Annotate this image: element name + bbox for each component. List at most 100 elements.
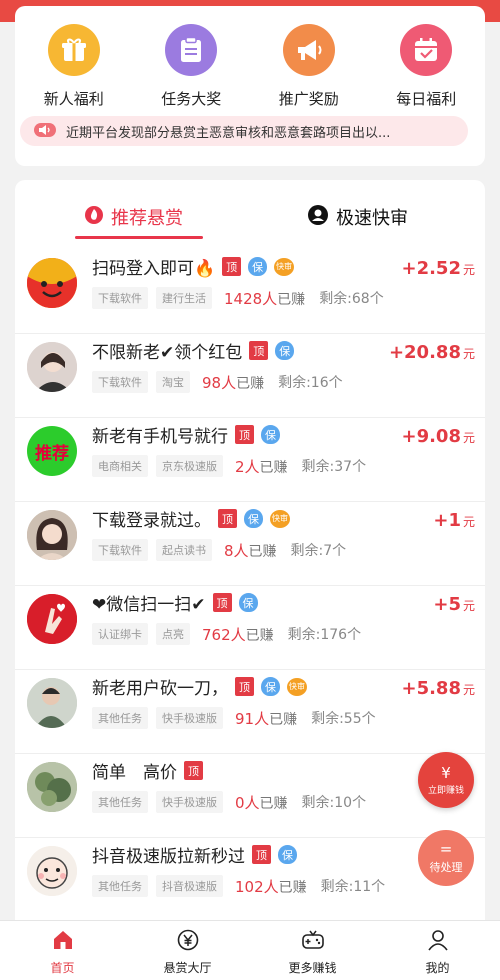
task-title: 扫码登入即可🔥 — [92, 259, 216, 279]
person-photo-avatar — [27, 678, 77, 728]
nav-mine[interactable]: 我的 — [375, 921, 500, 980]
top-badge: 顶 — [235, 425, 254, 444]
red-envelope-avatar — [27, 258, 77, 308]
tab-label: 极速快审 — [336, 208, 408, 229]
task-price: +5 元 — [433, 594, 475, 615]
top-badge: 顶 — [252, 845, 271, 864]
top-badge: 顶 — [235, 677, 254, 696]
task-tag: 点亮 — [156, 623, 190, 645]
guarantee-badge: 保 — [261, 677, 280, 696]
yuan-circle-icon — [177, 929, 199, 955]
task-row[interactable]: 下载登录就过。顶保快审 下载软件 起点读书 8人已赚 剩余:7个 +1 元 — [15, 502, 485, 586]
task-row[interactable]: 扫码登入即可🔥 顶保快审 下载软件 建行生活 1428人已赚 剩余:68个 +2.52 元 — [15, 250, 485, 334]
earned-count: 98人已赚 — [202, 373, 265, 392]
earned-count: 0人已赚 — [235, 793, 288, 812]
earned-count: 91人已赚 — [235, 709, 298, 728]
nav-label: 悬赏大厅 — [163, 961, 212, 975]
nav-label: 首页 — [50, 961, 75, 975]
guarantee-badge: 保 — [248, 257, 268, 276]
task-title: 新老用户砍一刀， — [92, 679, 228, 699]
remaining-count: 剩余:68个 — [319, 291, 384, 307]
task-tag: 电商相关 — [92, 455, 148, 477]
task-title: 不限新老✔领个红包 — [92, 343, 243, 363]
category-promotion-reward[interactable]: 推广奖励 — [254, 24, 364, 109]
notice-text: 近期平台发现部分悬赏主恶意审核和恶意套路项目出以... — [66, 125, 391, 141]
notice-bar[interactable]: 近期平台发现部分悬赏主恶意审核和恶意套路项目出以... — [20, 116, 468, 146]
task-price: +2.52 元 — [401, 258, 475, 279]
task-title: ❤微信扫一扫✔ — [92, 595, 206, 615]
task-tag: 下载软件 — [92, 539, 148, 561]
guarantee-badge: 保 — [238, 593, 258, 612]
nav-reward-hall[interactable]: 悬赏大厅 — [125, 921, 250, 980]
task-title: 简单 高价 — [92, 763, 177, 783]
nav-home[interactable]: 首页 — [0, 921, 125, 980]
remaining-count: 剩余:11个 — [320, 879, 386, 895]
gift-icon — [47, 24, 100, 76]
pending-label: 待处理 — [429, 861, 463, 874]
guarantee-badge: 保 — [244, 509, 263, 528]
avatar-text: 推荐 — [35, 443, 69, 464]
earned-count: 1428人已赚 — [224, 289, 306, 308]
yuan-icon: ¥ — [441, 763, 451, 782]
task-tag: 快手极速版 — [156, 791, 223, 813]
task-price: +1 元 — [433, 510, 475, 531]
guarantee-badge: 保 — [278, 845, 297, 864]
task-tag: 下载软件 — [92, 371, 148, 393]
earn-now-label: 立即赚钱 — [427, 785, 464, 796]
task-title: 抖音极速版拉新秒过 — [92, 847, 245, 867]
top-badge: 顶 — [249, 341, 269, 360]
task-tag: 认证绑卡 — [92, 623, 148, 645]
task-tag: 其他任务 — [92, 875, 148, 897]
earned-count: 2人已赚 — [235, 457, 288, 476]
category-task-award[interactable]: 任务大奖 — [136, 24, 246, 109]
remaining-count: 剩余:16个 — [278, 375, 343, 391]
girl-photo-avatar — [27, 510, 77, 560]
earned-count: 102人已赚 — [235, 877, 307, 896]
task-tabs: 推荐悬赏 极速快审 — [15, 180, 485, 244]
pending-button[interactable]: = 待处理 — [418, 830, 474, 886]
remaining-count: 剩余:176个 — [287, 627, 362, 643]
bottom-nav: 首页 悬赏大厅 更多赚钱 我的 — [0, 920, 500, 980]
plant-photo-avatar — [27, 762, 77, 812]
category-daily-welfare[interactable]: 每日福利 — [371, 24, 481, 109]
top-badge: 顶 — [212, 593, 232, 612]
earn-now-button[interactable]: ¥ 立即赚钱 — [418, 752, 474, 808]
remaining-count: 剩余:55个 — [311, 711, 376, 727]
task-row[interactable]: ❤微信扫一扫✔ 顶保 认证绑卡 点亮 762人已赚 剩余:176个 +5 元 — [15, 586, 485, 670]
top-badge: 顶 — [218, 509, 237, 528]
task-row[interactable]: 推荐 新老有手机号就行顶保 电商相关 京东极速版 2人已赚 剩余:37个 +9.08 元 — [15, 418, 485, 502]
task-row[interactable]: 抖音极速版拉新秒过顶保 其他任务抖音极速版102人已赚剩余:11个 +2 — [15, 838, 485, 922]
fast-review-badge: 快审 — [287, 677, 307, 696]
flame-icon — [85, 205, 103, 229]
megaphone-icon — [282, 24, 335, 76]
category-label: 推广奖励 — [278, 90, 339, 108]
nav-label: 我的 — [425, 961, 450, 975]
task-tag: 起点读书 — [156, 539, 212, 561]
top-badge: 顶 — [184, 761, 203, 780]
guarantee-badge: 保 — [275, 341, 295, 360]
tab-recommended[interactable]: 推荐悬赏 — [85, 204, 183, 230]
category-label: 任务大奖 — [161, 90, 222, 108]
nav-label: 更多赚钱 — [288, 961, 337, 975]
category-label: 每日福利 — [396, 90, 457, 108]
guarantee-badge: 保 — [261, 425, 280, 444]
task-row[interactable]: 不限新老✔领个红包顶保 下载软件 淘宝 98人已赚 剩余:16个 +20.88 元 — [15, 334, 485, 418]
category-label: 新人福利 — [43, 90, 104, 108]
task-tag: 建行生活 — [156, 287, 212, 309]
task-price: +9.08 元 — [401, 426, 475, 447]
woman-photo-avatar — [27, 342, 77, 392]
task-list-card: 推荐悬赏 极速快审 扫码登入即可🔥 顶保快审 下载软件 建行生活 1428人已赚 剩余:… — [15, 180, 485, 940]
task-title: 新老有手机号就行 — [92, 427, 228, 447]
earned-count: 762人已赚 — [202, 625, 274, 644]
task-row[interactable]: 新老用户砍一刀， 顶保快审 其他任务 快手极速版 91人已赚 剩余:55个 +5.88 元 — [15, 670, 485, 754]
nav-more-earnings[interactable]: 更多赚钱 — [250, 921, 375, 980]
task-tag: 其他任务 — [92, 791, 148, 813]
category-new-user-welfare[interactable]: 新人福利 — [19, 24, 129, 109]
task-row[interactable]: 简单 高价顶 其他任务 快手极速版 0人已赚 剩余:10个 — [15, 754, 485, 838]
tab-fast-review[interactable]: 极速快审 — [308, 204, 408, 230]
active-tab-underline — [75, 236, 203, 239]
home-icon — [52, 929, 74, 955]
recommend-avatar: 推荐 — [27, 426, 77, 476]
task-tag: 京东极速版 — [156, 455, 223, 477]
earned-count: 8人已赚 — [224, 541, 277, 560]
